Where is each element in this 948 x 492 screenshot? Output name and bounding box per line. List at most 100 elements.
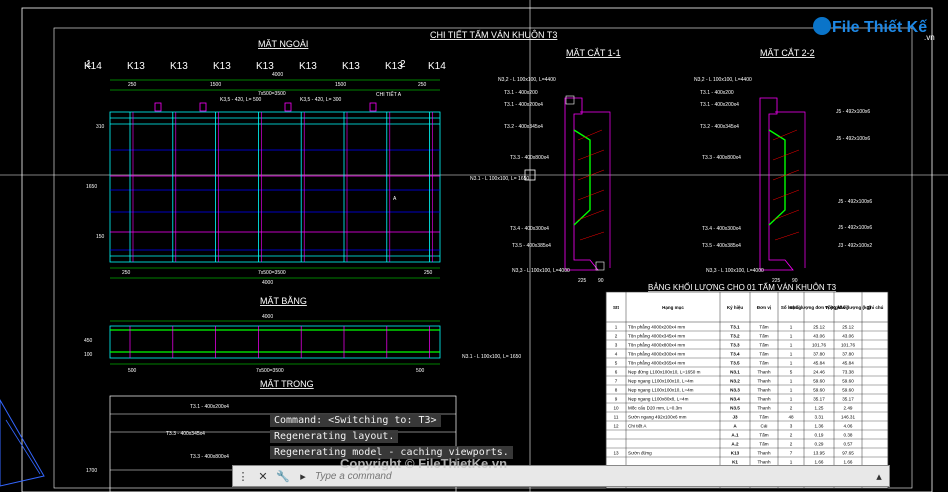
s1-label-5: N3.1 - L 100x100, L= 1650 [470, 176, 529, 182]
table-cell: Thanh [757, 451, 770, 456]
s1-label-8: N3,3 - L 100x100, L=4000 [512, 268, 570, 274]
drag-handle-icon[interactable]: ⋮ [236, 469, 250, 483]
table-cell: Tôn phẳng 4000x345x4 mm [628, 333, 685, 339]
table-cell: A.1 [731, 433, 739, 438]
table-cell: 11 [614, 415, 619, 420]
k-label: K14 [428, 61, 446, 72]
table-cell: Nẹp ngang L100x100x10, L=4m [628, 388, 694, 393]
table-cell: 1.66 [844, 460, 853, 465]
table-cell: Tôn phẳng 4000x300x4 mm [628, 351, 685, 357]
outer-subdim: 7x500=3500 [258, 91, 286, 97]
table-cell: Nẹp ngang L100x100x10, L=4m [628, 379, 694, 384]
section-mark-2a: 2 [400, 59, 406, 70]
table-cell: A.2 [731, 442, 739, 447]
table-cell: 1.66 [815, 460, 824, 465]
table-cell: T3.3 [730, 343, 740, 348]
table-cell: 8 [615, 388, 618, 393]
table-cell: 7 [615, 379, 618, 384]
outer-bottom-dim-b: 7x500=3500 [258, 270, 286, 276]
command-history-line-1: Regenerating layout. [270, 430, 399, 443]
s1-label-7: T3.5 - 400x385x4 [512, 243, 551, 249]
wrench-icon[interactable]: 🔧 [276, 469, 290, 483]
table-cell: 1 [790, 397, 793, 402]
k-label: K13 [256, 61, 274, 72]
table-header-cell: Hạng mục [662, 305, 684, 310]
table-cell: 0.38 [844, 433, 853, 438]
s1-label-2: T3.1 - 400x200x4 [504, 102, 543, 108]
floor-view-title: MẶT BẰNG [260, 296, 307, 306]
table-cell: T3.5 [730, 361, 740, 366]
table-cell: Thanh [757, 388, 770, 393]
table-cell: 37.80 [813, 352, 825, 357]
table-cell: Tôn phẳng 4000x800x4 mm [628, 342, 685, 348]
inner-label-0: T3.1 - 400x200x4 [190, 404, 229, 410]
logo-suffix: .vn [924, 33, 935, 42]
table-header-cell: Ký hiệu [727, 305, 744, 310]
table-cell: Tấm [759, 433, 768, 438]
table-cell: 3 [615, 343, 618, 348]
table-cell: Sườn ngang 492x100x6 mm [628, 415, 687, 420]
table-cell: T3.1 [730, 325, 740, 330]
table-cell: 13.95 [813, 451, 825, 456]
quantity-table: BẢNG KHỐI LƯỢNG CHO 01 TẤM VÁN KHUÔN T3 … [605, 282, 889, 489]
table-cell: 2.49 [844, 406, 853, 411]
brand-logo: File Thiết Kế .vn [812, 10, 938, 44]
table-cell: 9 [615, 397, 618, 402]
table-cell: 37.80 [842, 352, 854, 357]
table-cell: 3.31 [815, 415, 824, 420]
table-cell: 1 [790, 343, 793, 348]
table-cell: 13 [613, 451, 619, 456]
table-cell: N3.3 [730, 388, 740, 393]
table-cell: Cái [761, 424, 768, 429]
table-title: BẢNG KHỐI LƯỢNG CHO 01 TẤM VÁN KHUÔN T3 [648, 282, 837, 292]
table-cell: 25.12 [842, 325, 854, 330]
table-cell: Sườn đứng [628, 451, 652, 456]
table-cell: 59.60 [813, 388, 825, 393]
table-cell: 1 [790, 460, 793, 465]
table-cell: T3.4 [730, 352, 740, 357]
table-cell: 45.84 [842, 361, 854, 366]
s2-right-2: J5 - 492x100x6 [838, 199, 872, 205]
table-header-cell: Stt [613, 305, 620, 310]
s2-label-2: T3.1 - 400x200x4 [700, 102, 739, 108]
outer-top-dim-b: 1500 [210, 82, 221, 88]
k-label: K13 [170, 61, 188, 72]
table-cell: 12 [613, 424, 619, 429]
k-label: K13 [299, 61, 317, 72]
s1-label-3: T3.2 - 400x345x4 [504, 124, 543, 130]
floor-label: N3.1 - L 100x100, L= 1650 [462, 354, 521, 360]
table-cell: 25.12 [813, 325, 825, 330]
table-cell: Thanh [757, 460, 770, 465]
table-cell: Nẹp ngang L100x80x8, L=4m [628, 397, 689, 402]
copyright-watermark: Copyright © FileThietKe.vn [340, 456, 508, 471]
command-prompt-icon[interactable]: ▸ [296, 469, 310, 483]
s2-right-1: J5 - 492x100x6 [836, 136, 870, 142]
table-cell: 1 [790, 352, 793, 357]
table-cell: 43.06 [842, 334, 854, 339]
s2-label-7: N3,3 - L 100x100, L=4000 [706, 268, 764, 274]
floor-bottom-dim-c: 500 [416, 368, 425, 374]
command-input[interactable] [313, 469, 869, 483]
chevron-up-icon[interactable]: ▴ [872, 469, 886, 483]
table-cell: Thanh [757, 397, 770, 402]
k-label: K13 [342, 61, 360, 72]
table-cell: 2 [790, 406, 793, 411]
table-cell: N3.5 [730, 406, 740, 411]
s1-label-1: T3.1 - 400x200 [504, 90, 538, 96]
table-cell: Tôn phẳng 4000x200x4 mm [628, 324, 685, 330]
s1-dim-b: 90 [598, 278, 604, 284]
outer-bottom-total: 4000 [262, 280, 273, 286]
s2-label-1: T3.1 - 400x200 [700, 90, 734, 96]
close-icon[interactable]: ✕ [256, 469, 270, 483]
k-label: K13 [127, 61, 145, 72]
table-cell: 5 [790, 370, 793, 375]
floor-side-dim-a: 450 [84, 338, 93, 344]
table-cell: Mốc cẩu D20 mm, L=0.3m [628, 405, 682, 411]
table-cell: 1 [790, 388, 793, 393]
callout-detail-a: CHI TIẾT A [376, 91, 402, 98]
table-cell: 1 [790, 361, 793, 366]
section-1-title: MẶT CẮT 1-1 [566, 48, 621, 58]
table-cell: 5 [615, 361, 618, 366]
k-label: K13 [213, 61, 231, 72]
outer-top-dim-c: 1500 [335, 82, 346, 88]
